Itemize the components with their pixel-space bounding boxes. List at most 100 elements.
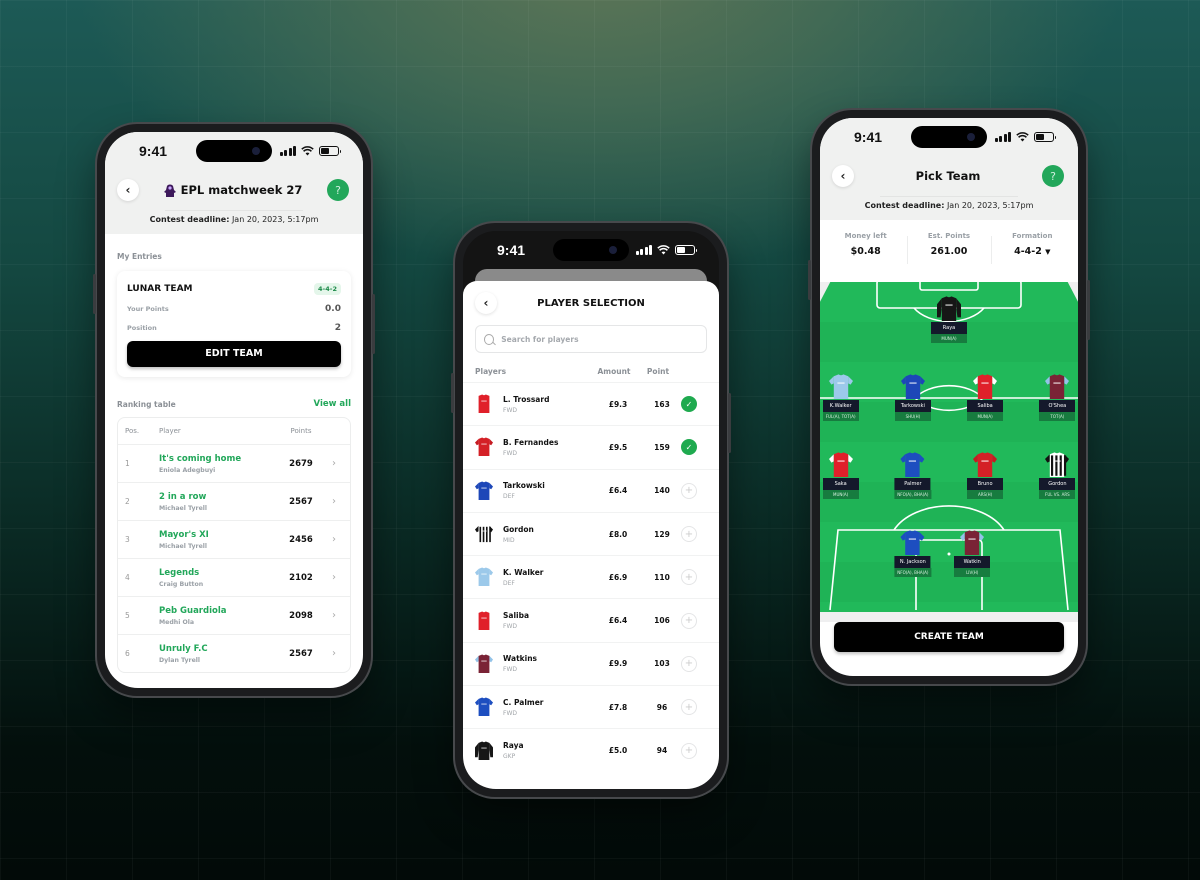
formation-dropdown[interactable]: 4-4-2 ▼ [991,246,1074,257]
player-row[interactable]: Watkins FWD £9.9 103 + [463,641,719,685]
player-row[interactable]: Saliba FWD £6.4 106 + [463,598,719,641]
stat-formation[interactable]: Formation 4-4-2 ▼ [990,232,1074,282]
status-time: 9:41 [139,143,168,159]
back-button[interactable]: ‹ [832,165,854,187]
back-button[interactable]: ‹ [475,292,497,314]
player-row[interactable]: Gordon MID £8.0 129 + [463,511,719,555]
stat-value: $0.48 [850,246,881,257]
player-points: 163 [654,399,670,409]
rank-team-name: Peb Guardiola [159,605,227,616]
pitch-player-fixture: FUL VS. ARS [1039,490,1076,499]
player-position: DEF [503,579,515,587]
add-player-icon[interactable]: + [681,699,697,716]
stat-label: Money left [844,232,887,240]
stat-label: Formation [1012,232,1053,240]
pitch-player[interactable]: K.Walker FUL(A), TOT(A) [822,372,859,421]
team-stats: Money left $0.48 Est. Points 261.00 Form… [820,220,1078,282]
ranking-row[interactable]: 3 Mayor's XI Michael Tyrell 2456 › [118,520,350,558]
add-player-icon[interactable]: + [681,482,697,499]
ranking-row[interactable]: 6 Unruly F.C Dylan Tyrell 2567 › [118,634,350,672]
column-header-amount: Amount [597,367,631,376]
screen-pick-team: 9:41 ‹ Pick Team ? Contest deadline: Jan… [820,118,1078,676]
your-points-label: Your Points [127,305,169,313]
search-icon [484,333,495,345]
pitch-player[interactable]: Bruno ARS(H) [967,450,1004,499]
help-button[interactable]: ? [327,179,349,201]
player-points: 94 [656,746,668,756]
rank-position: 1 [125,459,130,468]
status-time: 9:41 [497,242,526,258]
rank-team: Mayor's XI Michael Tyrell [159,530,270,550]
jersey-icon [1045,372,1070,402]
ranking-row[interactable]: 5 Peb Guardiola Medhi Ola 2098 › [118,596,350,634]
rank-team-name: Unruly F.C [159,643,208,654]
player-name: C. Palmer [503,697,544,707]
player-points: 110 [654,572,670,582]
status-bar: 9:41 [105,132,363,170]
edit-team-button[interactable]: EDIT TEAM [127,341,341,367]
ranking-table-header: Pos. Player Points [118,418,350,444]
wifi-icon [657,245,670,255]
add-player-icon[interactable]: + [681,655,697,672]
pitch-player[interactable]: O'Shea TOT(A) [1039,372,1076,421]
player-amount: £7.8 [608,702,628,712]
help-button[interactable]: ? [1041,165,1064,187]
entry-card: LUNAR TEAM 4-4-2 Your Points 0.0 Positio… [117,271,351,377]
ranking-row[interactable]: 4 Legends Craig Button 2102 › [118,558,350,596]
player-row[interactable]: K. Walker DEF £6.9 110 + [463,555,719,598]
rank-position: 6 [125,649,130,658]
chevron-right-icon: › [332,458,336,469]
pitch-player[interactable]: Raya MUN(A) [931,294,967,343]
pitch-player[interactable]: N. Jackson NFO(A), BHA(A) [894,528,932,577]
pitch-player[interactable]: Watkin LIV(H) [954,528,991,577]
ranking-row[interactable]: 2 2 in a row Michael Tyrell 2567 › [118,482,350,520]
selected-check-icon[interactable]: ✓ [681,439,697,456]
player-row[interactable]: Raya GKP £5.0 94 + [463,728,719,771]
back-button[interactable]: ‹ [117,179,139,201]
player-row[interactable]: L. Trossard FWD £9.3 163 ✓ [463,382,719,425]
page-title: EPL matchweek 27 [163,183,302,197]
selected-check-icon[interactable]: ✓ [681,396,697,413]
player-points: 106 [654,616,670,626]
pitch-player-fixture: NFO(A), BHA(A) [894,568,932,577]
jersey-icon [475,480,493,502]
player-list-header: Players Amount Point [463,353,719,382]
view-all-link[interactable]: View all [314,399,351,409]
player-info: Raya GKP [503,741,593,760]
status-time: 9:41 [854,129,883,145]
jersey-icon [475,610,493,632]
system-icons [994,132,1056,142]
column-header-point: Point [646,367,670,376]
search-input[interactable] [501,334,698,344]
add-player-icon[interactable]: + [681,612,697,629]
pitch-player[interactable]: Gordon FUL VS. ARS [1039,450,1076,499]
create-team-button[interactable]: CREATE TEAM [834,622,1064,652]
pitch-player-fixture: MUN(A) [822,490,859,499]
jersey-icon [475,696,493,718]
help-icon: ? [1050,169,1056,183]
rank-position: 3 [125,535,130,544]
pitch-player[interactable]: Palmer NFO(A), BHA(A) [894,450,932,499]
jersey-icon [475,653,493,675]
dynamic-island [553,239,629,261]
add-player-icon[interactable]: + [681,569,697,586]
search-bar[interactable] [475,325,707,353]
ranking-row[interactable]: 1 It's coming home Eniola Adegbuyi 2679 … [118,444,350,482]
player-row[interactable]: B. Fernandes FWD £9.5 159 ✓ [463,425,719,468]
system-icons [279,146,341,156]
pitch-player[interactable]: Saliba MUN(A) [967,372,1004,421]
player-row[interactable]: C. Palmer FWD £7.8 96 + [463,685,719,728]
player-row[interactable]: Tarkowski DEF £6.4 140 + [463,468,719,512]
player-points: 129 [654,529,670,539]
pitch-player[interactable]: Tarkowski SHU(H) [894,372,931,421]
add-player-icon[interactable]: + [681,742,697,759]
position-label: Position [127,324,157,332]
jersey-icon [960,528,985,558]
player-position: FWD [503,666,518,674]
pitch-player[interactable]: Saka MUN(A) [822,450,859,499]
add-player-icon[interactable]: + [681,526,697,543]
contest-deadline: Contest deadline: Jan 20, 2023, 5:17pm [820,197,1078,220]
rank-team: It's coming home Eniola Adegbuyi [159,454,270,474]
column-header-player: Player [159,427,181,435]
player-amount: £9.3 [608,399,628,409]
